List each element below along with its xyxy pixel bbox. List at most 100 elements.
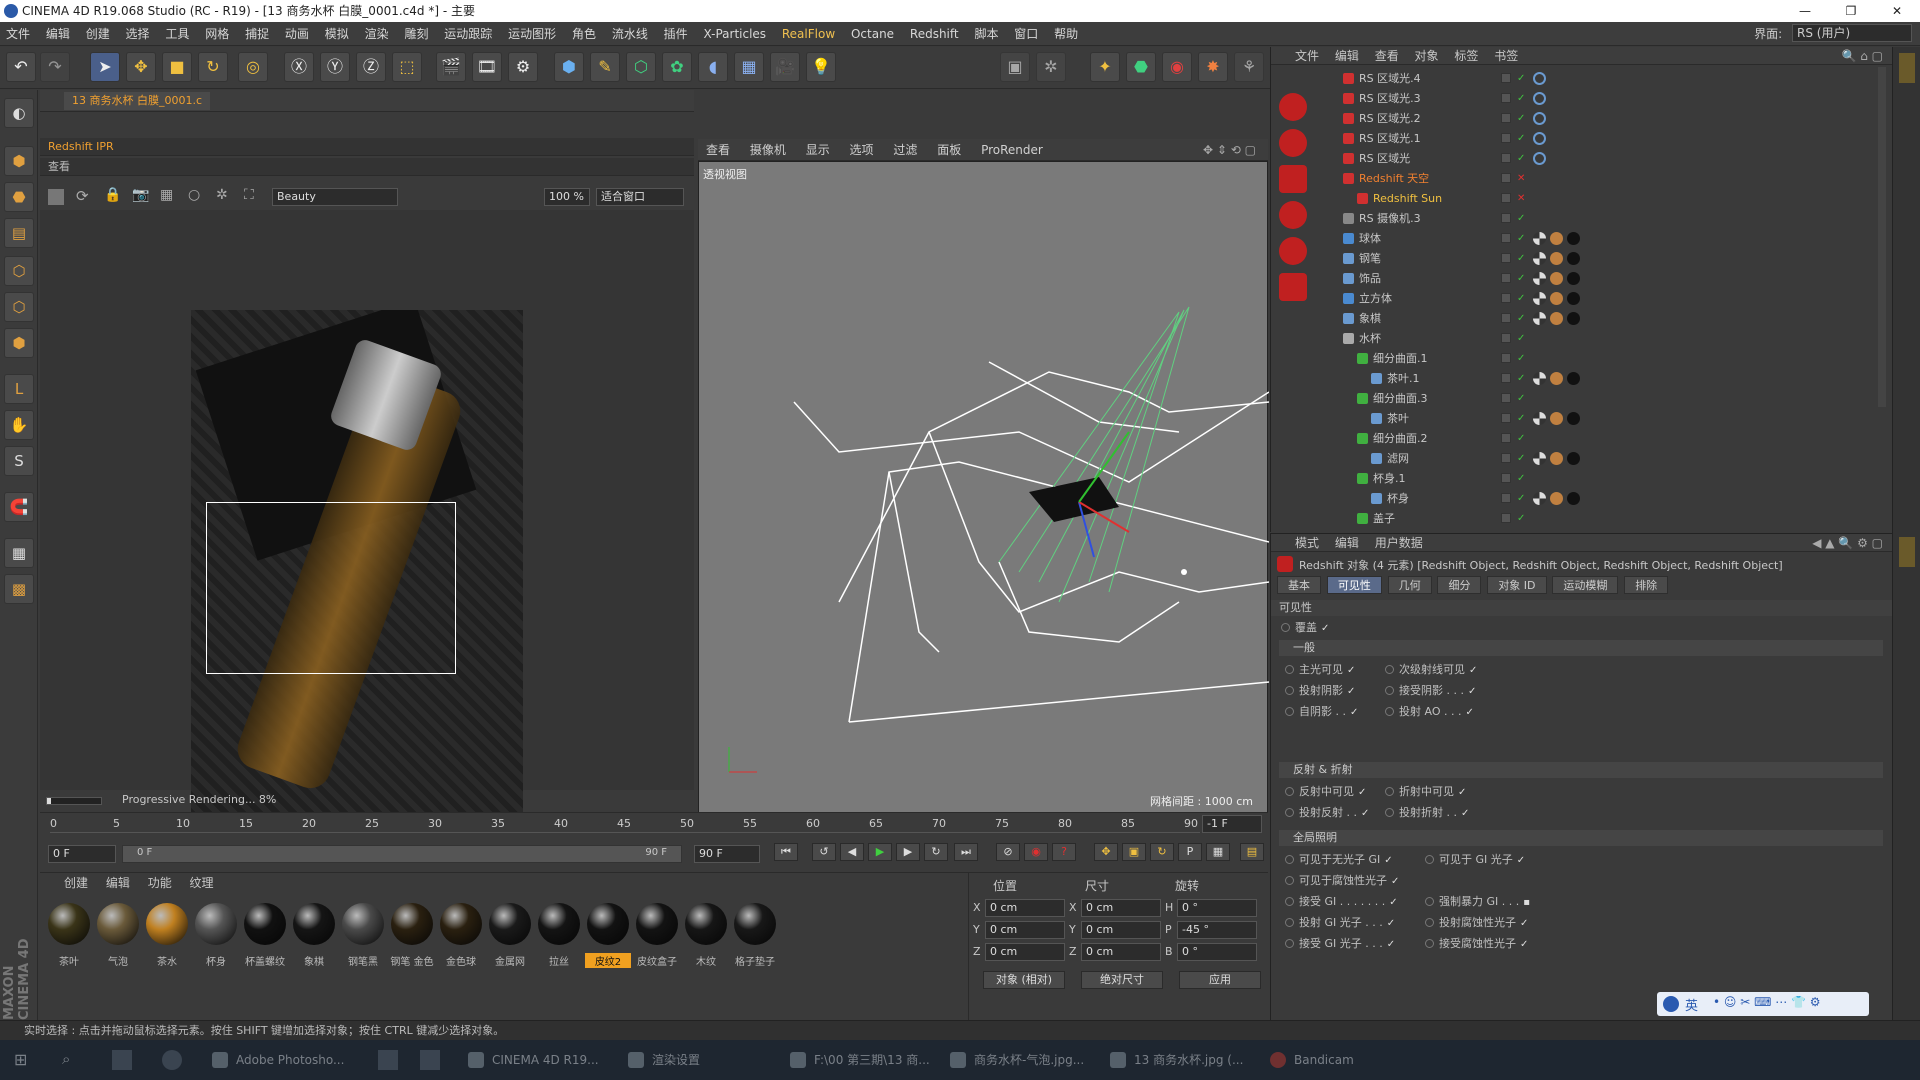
solo-icon[interactable]: S [4, 446, 34, 476]
taskbar-cinema4d[interactable]: CINEMA 4D R19... [462, 1046, 599, 1074]
xp-emitter-icon[interactable]: ✦ [1090, 52, 1120, 82]
material-tag-icon[interactable] [1567, 312, 1580, 325]
visibility-option[interactable]: 反射中可见 ✓ [1285, 784, 1368, 800]
menu-plugins[interactable]: 插件 [658, 22, 694, 46]
material-swatch[interactable] [587, 903, 629, 945]
option-checkbox[interactable]: ✓ [1387, 919, 1397, 929]
object-name[interactable]: 茶叶 [1387, 409, 1409, 428]
visibility-option[interactable]: 投射折射 . . ✓ [1385, 805, 1471, 821]
object-name[interactable]: RS 摄像机.3 [1359, 209, 1421, 228]
coordinate-system-icon[interactable]: ⬚ [392, 52, 422, 82]
enable-toggle-icon[interactable]: ✓ [1517, 369, 1525, 388]
light-icon[interactable]: 💡 [806, 52, 836, 82]
timeline-window-icon[interactable]: ▤ [1240, 843, 1264, 861]
object-row[interactable]: 杯身 ✓ [1321, 489, 1881, 508]
enable-toggle-icon[interactable]: ✓ [1517, 149, 1525, 168]
menu-motion-tracking[interactable]: 运动跟踪 [438, 22, 498, 46]
object-name[interactable]: 细分曲面.2 [1373, 429, 1428, 448]
option-checkbox[interactable]: ✓ [1361, 809, 1371, 819]
tab-visibility[interactable]: 可见性 [1326, 576, 1382, 594]
object-row[interactable]: RS 区域光 ✓ [1321, 149, 1881, 168]
material-tag-icon[interactable] [1533, 252, 1546, 265]
material-tag-icon[interactable] [1533, 492, 1546, 505]
layer-toggle[interactable] [1501, 473, 1511, 483]
layer-toggle[interactable] [1501, 253, 1511, 263]
circle-icon[interactable]: ○ [188, 187, 200, 203]
override-option[interactable]: 覆盖 ✓ [1281, 620, 1331, 636]
material-menu-function[interactable]: 功能 [148, 876, 172, 890]
animate-radio-icon[interactable] [1285, 686, 1294, 695]
xp-misc-icon[interactable]: ⚘ [1234, 52, 1264, 82]
tab-object-id[interactable]: 对象 ID [1487, 576, 1547, 594]
coord-value-field[interactable]: 0 cm [985, 921, 1065, 939]
attr-menu-mode[interactable]: 模式 [1295, 536, 1319, 550]
material-tag-icon[interactable] [1550, 452, 1563, 465]
material-tag-icon[interactable] [1567, 272, 1580, 285]
current-frame-field[interactable]: -1 F [1202, 815, 1262, 833]
coord-value-field[interactable]: 0 ° [1177, 943, 1257, 961]
minimize-icon[interactable]: — [1782, 0, 1828, 22]
enable-toggle-icon[interactable]: ✓ [1517, 309, 1525, 328]
workplane-mode-icon[interactable]: ▤ [4, 218, 34, 248]
object-row[interactable]: 细分曲面.3 ✓ [1321, 389, 1881, 408]
key-param-icon[interactable]: P [1178, 843, 1202, 861]
material-tag-icon[interactable] [1550, 312, 1563, 325]
layer-toggle[interactable] [1501, 233, 1511, 243]
object-name[interactable]: 饰品 [1359, 269, 1381, 288]
tab-motion-blur[interactable]: 运动模糊 [1552, 576, 1619, 594]
rs-sun-icon[interactable] [1279, 129, 1307, 157]
next-key-icon[interactable]: ↻ [924, 843, 948, 861]
enable-toggle-icon[interactable]: ✓ [1517, 329, 1525, 348]
option-checkbox[interactable]: ▪ [1523, 898, 1533, 908]
animate-radio-icon[interactable] [1285, 787, 1294, 796]
taskbar-folder[interactable]: F:\00 第三期\13 商... [784, 1046, 930, 1074]
next-frame-icon[interactable]: ▶ [896, 843, 920, 861]
material-swatch[interactable] [195, 903, 237, 945]
object-name[interactable]: RS 区域光.3 [1359, 89, 1421, 108]
option-checkbox[interactable]: ✓ [1391, 877, 1401, 887]
animate-radio-icon[interactable] [1425, 855, 1434, 864]
material-tag-icon[interactable] [1567, 372, 1580, 385]
search-icon[interactable]: ⌕ [62, 1050, 70, 1068]
layer-toggle[interactable] [1501, 213, 1511, 223]
visibility-option[interactable]: 强制暴力 GI . . . ▪ [1425, 894, 1533, 910]
objects-side-tab[interactable] [1899, 53, 1915, 83]
key-rotation-icon[interactable]: ↻ [1150, 843, 1174, 861]
xp-generator-icon[interactable]: ✸ [1198, 52, 1228, 82]
material-swatch[interactable] [538, 903, 580, 945]
ime-language[interactable]: 英 [1685, 995, 1698, 1014]
target-tag-icon[interactable] [1533, 72, 1546, 85]
enable-toggle-icon[interactable]: ✓ [1517, 509, 1525, 528]
obj-menu-view[interactable]: 查看 [1375, 49, 1399, 63]
material-tag-icon[interactable] [1567, 252, 1580, 265]
interface-layout-select[interactable]: RS (用户) [1792, 24, 1912, 42]
visibility-option[interactable]: 投射 AO . . . ✓ [1385, 704, 1475, 720]
option-checkbox[interactable]: ✓ [1469, 666, 1479, 676]
ipr-view-menu[interactable]: 查看 [40, 158, 694, 176]
attr-menu-edit[interactable]: 编辑 [1335, 536, 1359, 550]
object-name[interactable]: 象棋 [1359, 309, 1381, 328]
option-checkbox[interactable]: ✓ [1389, 898, 1399, 908]
option-checkbox[interactable]: ✓ [1358, 788, 1368, 798]
menu-snap[interactable]: 捕捉 [239, 22, 275, 46]
animate-radio-icon[interactable] [1285, 808, 1294, 817]
grid-icon[interactable]: ▦ [160, 187, 173, 203]
visibility-option[interactable]: 投射 GI 光子 . . . ✓ [1285, 915, 1397, 931]
viewport-menu-panel[interactable]: 面板 [929, 139, 969, 161]
animate-radio-icon[interactable] [1285, 939, 1294, 948]
object-row[interactable]: 球体 ✓ [1321, 229, 1881, 248]
option-checkbox[interactable]: ✓ [1384, 856, 1394, 866]
object-name[interactable]: RS 区域光.1 [1359, 129, 1421, 148]
viewport-menu-camera[interactable]: 摄像机 [742, 139, 794, 161]
material-swatch[interactable] [489, 903, 531, 945]
axis-mode-icon[interactable]: L [4, 374, 34, 404]
option-checkbox[interactable]: ✓ [1468, 687, 1478, 697]
attr-nav-icons[interactable]: ◀ ▲ 🔍 ⚙ ▢ [1812, 534, 1883, 552]
material-tag-icon[interactable] [1533, 272, 1546, 285]
object-name[interactable]: 茶叶.1 [1387, 369, 1420, 388]
aov-select[interactable]: Beauty [272, 188, 398, 206]
object-row[interactable]: 细分曲面.1 ✓ [1321, 349, 1881, 368]
perspective-viewport[interactable]: 透视视图 网格间距 : 1000 cm [698, 161, 1269, 816]
layer-toggle[interactable] [1501, 153, 1511, 163]
option-checkbox[interactable]: ✓ [1520, 919, 1530, 929]
